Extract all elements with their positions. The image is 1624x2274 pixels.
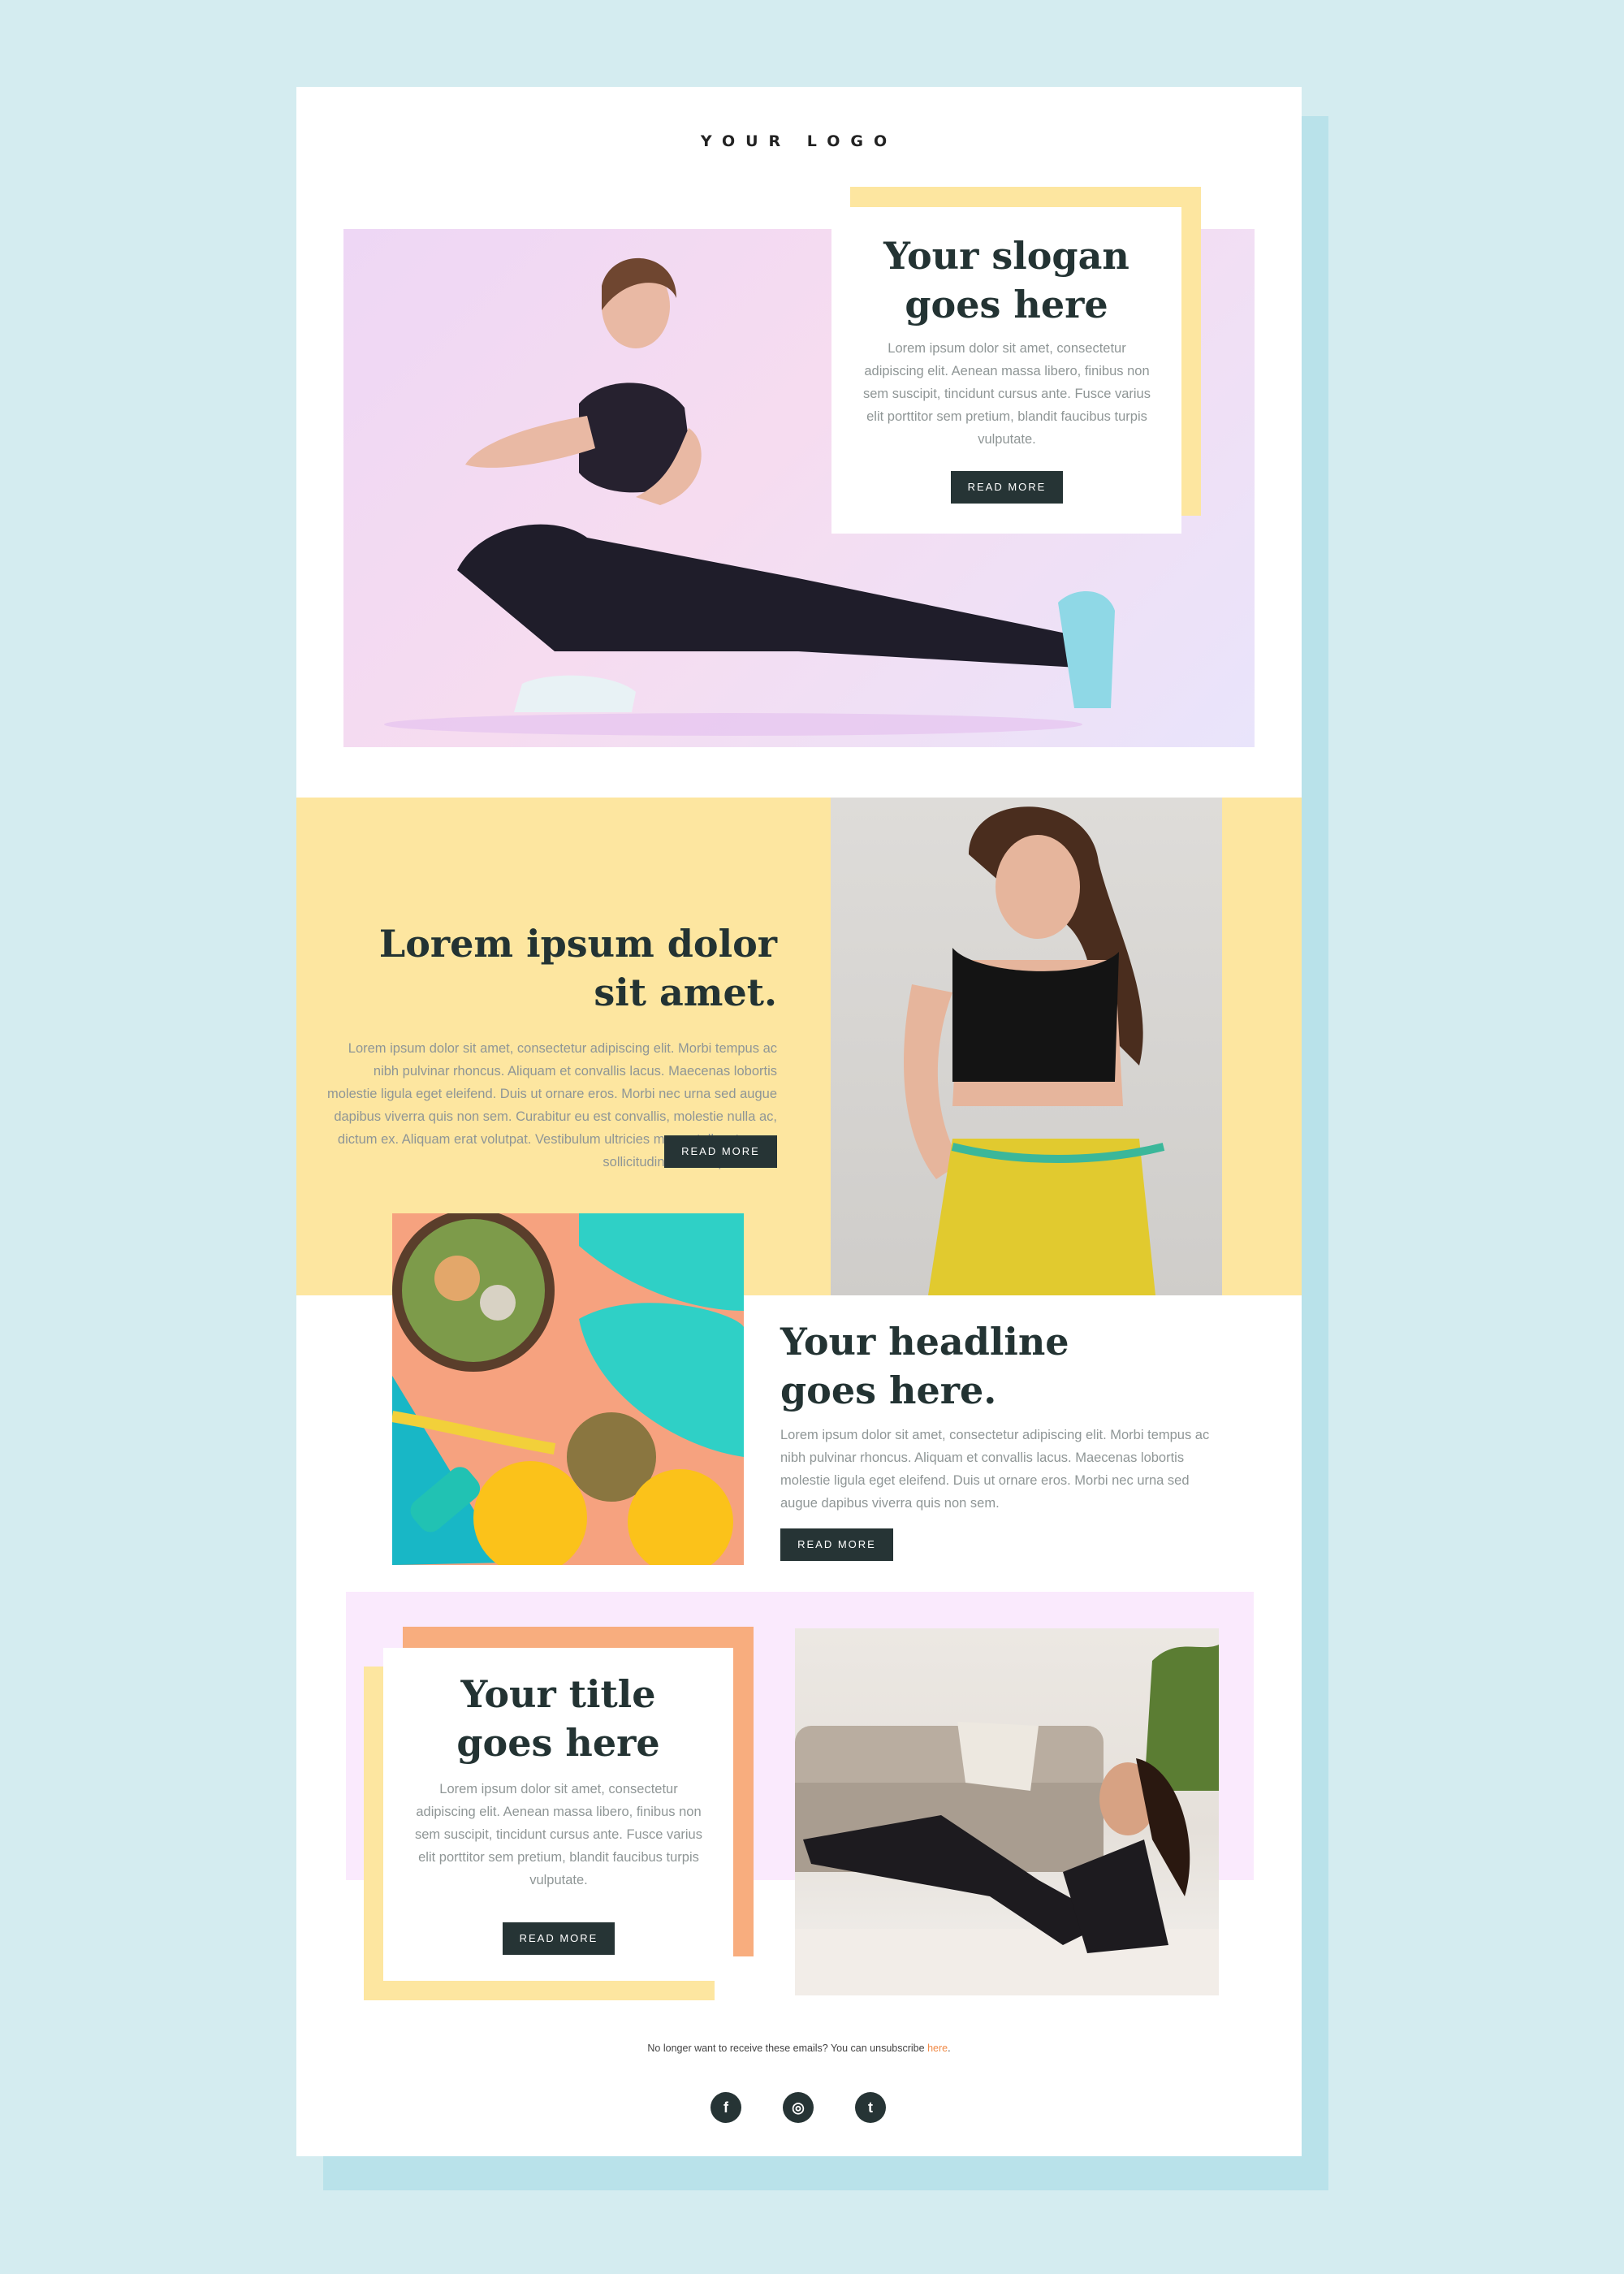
section2-read-more-button[interactable]: READ MORE bbox=[664, 1135, 777, 1168]
instagram-icon[interactable]: ◎ bbox=[783, 2092, 814, 2123]
section4-photo bbox=[795, 1628, 1219, 1995]
section4-title: Your title goes here bbox=[383, 1670, 733, 1767]
section4-body: Lorem ipsum dolor sit amet, consectetur … bbox=[415, 1782, 702, 1887]
hero-read-more-button[interactable]: READ MORE bbox=[951, 471, 1063, 504]
hero-title: Your slogan goes here bbox=[831, 231, 1181, 329]
section2-photo bbox=[831, 798, 1222, 1295]
fitness-food-illustration bbox=[392, 1213, 744, 1565]
hero-body: Lorem ipsum dolor sit amet, consectetur … bbox=[863, 341, 1151, 447]
section3-photo bbox=[392, 1213, 744, 1565]
section4-text-box: Your title goes here Lorem ipsum dolor s… bbox=[383, 1648, 733, 1981]
section4-title-line1: Your title bbox=[460, 1672, 656, 1716]
hero-text-box: Your slogan goes here Lorem ipsum dolor … bbox=[831, 207, 1181, 534]
pilates-woman-illustration bbox=[795, 1645, 1219, 1995]
unsubscribe-period: . bbox=[948, 2043, 951, 2054]
unsubscribe-link[interactable]: here bbox=[927, 2043, 948, 2054]
section3-body: Lorem ipsum dolor sit amet, consectetur … bbox=[780, 1428, 1210, 1511]
twitter-icon[interactable]: t bbox=[855, 2092, 886, 2123]
section2-title-line2: sit amet. bbox=[594, 971, 777, 1014]
facebook-icon[interactable]: f bbox=[710, 2092, 741, 2123]
hero-title-line1: Your slogan bbox=[883, 234, 1129, 278]
logo: YOUR LOGO bbox=[700, 132, 898, 150]
unsubscribe-text: No longer want to receive these emails? … bbox=[296, 2043, 1302, 2054]
section2-title-line1: Lorem ipsum dolor bbox=[378, 922, 777, 966]
smiling-woman-illustration bbox=[904, 806, 1165, 1295]
section3-title: Your headline goes here. bbox=[780, 1317, 1235, 1415]
email-card: YOUR LOGO Your slogan goes here Lorem ip… bbox=[296, 87, 1302, 2156]
unsubscribe-message: No longer want to receive these emails? … bbox=[647, 2043, 928, 2054]
section3-title-line2: goes here. bbox=[780, 1368, 997, 1412]
section4-title-line2: goes here bbox=[456, 1721, 660, 1765]
hero-title-line2: goes here bbox=[905, 283, 1108, 326]
section3-title-line1: Your headline bbox=[780, 1320, 1069, 1364]
section3-read-more-button[interactable]: READ MORE bbox=[780, 1528, 893, 1561]
section2-title: Lorem ipsum dolor sit amet. bbox=[296, 919, 777, 1017]
section4-read-more-button[interactable]: READ MORE bbox=[503, 1922, 615, 1955]
